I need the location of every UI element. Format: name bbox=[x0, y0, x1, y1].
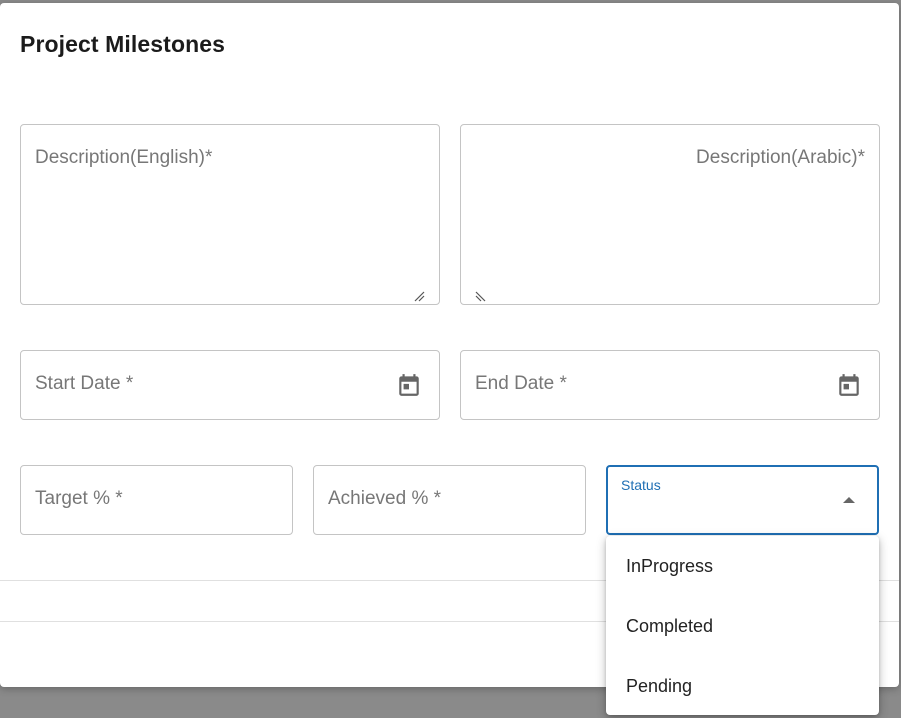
end-date-label: End Date * bbox=[475, 373, 567, 394]
description-english-label: Description(English)* bbox=[35, 147, 213, 168]
status-option-inprogress[interactable]: InProgress bbox=[606, 536, 879, 596]
caret-up-icon[interactable] bbox=[843, 497, 855, 503]
dialog-title: Project Milestones bbox=[20, 31, 226, 57]
end-date-input[interactable]: End Date * bbox=[460, 350, 880, 420]
status-label: Status bbox=[621, 477, 661, 493]
screen: Project Milestones Description(English)*… bbox=[0, 0, 901, 718]
start-date-input[interactable]: Start Date * bbox=[20, 350, 440, 420]
target-percent-input[interactable]: Target % * bbox=[20, 465, 293, 535]
status-dropdown: InProgress Completed Pending bbox=[606, 536, 879, 715]
start-date-label: Start Date * bbox=[35, 373, 134, 394]
achieved-percent-input[interactable]: Achieved % * bbox=[313, 465, 586, 535]
description-arabic-label: Description(Arabic)* bbox=[696, 147, 865, 168]
calendar-icon[interactable] bbox=[836, 371, 862, 399]
description-english-textarea[interactable]: Description(English)* bbox=[20, 124, 440, 305]
status-select[interactable]: Status bbox=[606, 465, 879, 535]
achieved-percent-label: Achieved % * bbox=[328, 488, 442, 509]
calendar-icon[interactable] bbox=[396, 371, 422, 399]
resize-handle-icon[interactable] bbox=[475, 290, 487, 302]
description-arabic-textarea[interactable]: Description(Arabic)* bbox=[460, 124, 880, 305]
target-percent-label: Target % * bbox=[35, 488, 123, 509]
status-option-pending[interactable]: Pending bbox=[606, 656, 879, 716]
status-option-completed[interactable]: Completed bbox=[606, 596, 879, 656]
resize-handle-icon[interactable] bbox=[413, 290, 425, 302]
